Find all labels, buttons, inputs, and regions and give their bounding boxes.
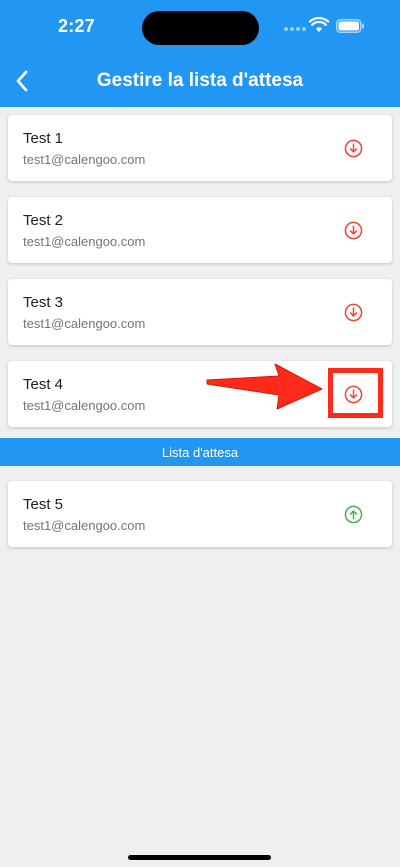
move-to-waitlist-button[interactable]: [343, 302, 363, 322]
cellular-signal-icon: [284, 26, 306, 32]
attendee-name: Test 1: [23, 130, 64, 147]
move-to-waitlist-button[interactable]: [343, 220, 363, 240]
arrow-down-circle-icon: [344, 221, 362, 239]
waitlist-name: Test 5: [23, 496, 64, 513]
attendee-email: test1@calengoo.com: [23, 234, 146, 249]
attendee-card: Test 1 test1@calengoo.com: [8, 115, 392, 181]
attendee-email: test1@calengoo.com: [23, 316, 146, 331]
waitlist-section-header: Lista d'attesa: [0, 438, 400, 466]
attendee-email: test1@calengoo.com: [23, 398, 146, 413]
red-arrow-annotation: [206, 363, 323, 410]
attendee-name: Test 4: [23, 376, 64, 393]
waitlist-card: Test 5 test1@calengoo.com: [8, 481, 392, 547]
wifi-icon: [309, 17, 329, 32]
battery-icon: [336, 19, 364, 33]
arrow-down-circle-icon: [344, 139, 362, 157]
highlight-box-annotation: [328, 368, 383, 418]
status-time: 2:27: [58, 16, 95, 36]
move-to-attendees-button[interactable]: [343, 504, 363, 524]
attendee-card: Test 3 test1@calengoo.com: [8, 279, 392, 345]
app-bar: 2:27 Gestire la lista d'attesa: [0, 0, 400, 107]
move-to-waitlist-button[interactable]: [343, 138, 363, 158]
attendee-name: Test 2: [23, 212, 64, 229]
waitlist-email: test1@calengoo.com: [23, 518, 146, 533]
arrow-down-circle-icon: [344, 303, 362, 321]
page-title: Gestire la lista d'attesa: [96, 70, 304, 91]
dynamic-island: [142, 11, 259, 45]
arrow-up-circle-icon: [344, 505, 362, 523]
attendee-card: Test 2 test1@calengoo.com: [8, 197, 392, 263]
attendee-email: test1@calengoo.com: [23, 152, 146, 167]
home-indicator: [128, 855, 271, 860]
attendee-name: Test 3: [23, 294, 64, 311]
